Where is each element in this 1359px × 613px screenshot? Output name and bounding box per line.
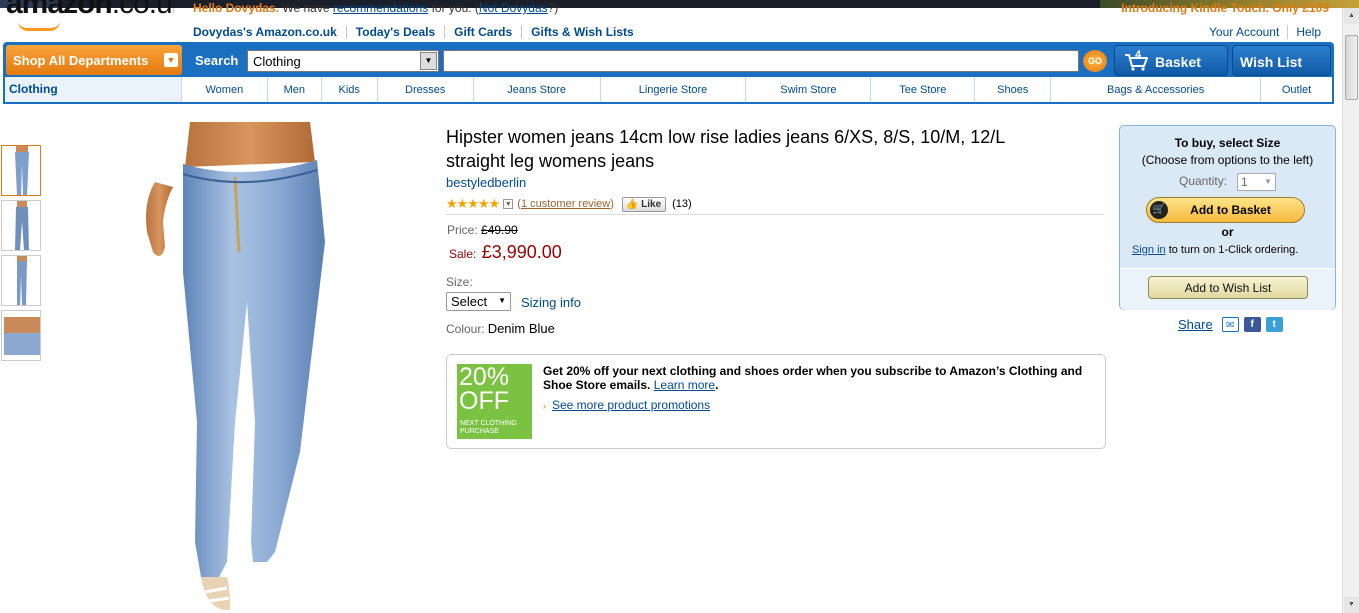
scroll-down-icon[interactable]: ▼ [1344, 597, 1359, 613]
sizing-info-link[interactable]: Sizing info [521, 295, 581, 310]
buybox-subheading: (Choose from options to the left) [1141, 153, 1314, 167]
basket-count: 4 [1135, 49, 1142, 61]
subnav-item-men[interactable]: Men [268, 77, 322, 102]
signin-text: Sign in to turn on 1-Click ordering. [1132, 244, 1299, 256]
subnav-item-swim-store[interactable]: Swim Store [746, 77, 872, 102]
promo-badge: 20% OFF NEXT CLOTHING PURCHASE [457, 364, 532, 439]
or-text: or [1221, 225, 1234, 239]
subnav-item-kids[interactable]: Kids [322, 77, 378, 102]
recommendations-link[interactable]: recommendations [333, 2, 428, 15]
subnav-item-jeans-store[interactable]: Jeans Store [474, 77, 601, 102]
search-label: Search [195, 53, 239, 68]
amazon-logo[interactable]: amazon.co.uk [4, 0, 174, 40]
nav-todays-deals[interactable]: Today's Deals [345, 25, 444, 39]
subnav-item-shoes[interactable]: Shoes [975, 77, 1052, 102]
search-input[interactable] [443, 50, 1079, 72]
add-to-wish-list-button[interactable]: Add to Wish List [1148, 276, 1308, 299]
dropdown-arrow-icon: ▼ [420, 52, 437, 70]
list-price: Price: £49.90 [447, 223, 518, 237]
subnav-item-tee-store[interactable]: Tee Store [871, 77, 976, 102]
chevron-down-icon[interactable]: ▼ [503, 199, 514, 209]
dropdown-arrow-icon: ▼ [498, 296, 506, 305]
twitter-icon[interactable]: t [1265, 317, 1283, 332]
size-select[interactable]: Select ▼ [446, 292, 511, 311]
help-link[interactable]: Help [1287, 25, 1329, 39]
subnav-item-bags-accessories[interactable]: Bags & Accessories [1051, 77, 1262, 102]
your-account-link[interactable]: Your Account [1201, 25, 1287, 39]
subnav-item-outlet[interactable]: Outlet [1261, 77, 1332, 102]
product-title: Hipster women jeans 14cm low rise ladies… [446, 127, 1005, 171]
subnav-item-women[interactable]: Women [182, 77, 268, 102]
promo-text: Get 20% off your next clothing and shoes… [543, 364, 1083, 392]
kindle-promo-link[interactable]: Introducing Kindle Touch. Only £109 [1121, 2, 1329, 16]
buybox-heading: To buy, select Size [1174, 136, 1281, 150]
dropdown-arrow-icon: ▼ [1264, 177, 1272, 186]
quantity-label: Quantity: [1179, 174, 1228, 188]
promotion-box: 20% OFF NEXT CLOTHING PURCHASE Get 20% o… [446, 354, 1106, 449]
reviews: (1 customer review) [517, 198, 614, 210]
thumbnail-front[interactable] [1, 145, 41, 196]
search-bar: Shop All Departments ▼ Search Clothing ▼… [3, 42, 1334, 77]
image-thumbnails [1, 145, 41, 365]
thumbnail-back[interactable] [1, 255, 41, 306]
basket-button[interactable]: 4 Basket [1114, 45, 1228, 76]
like-count: (13) [672, 198, 692, 210]
smile-logo-icon [18, 21, 60, 31]
greeting: Hello Dovydas. We have recommendations f… [193, 2, 559, 15]
chevron-down-icon: ▼ [164, 53, 178, 67]
quantity-select[interactable]: 1 ▼ [1237, 173, 1276, 191]
nav-my-amazon[interactable]: Dovydas's Amazon.co.uk [193, 25, 346, 39]
facebook-icon[interactable]: f [1243, 317, 1261, 332]
account-links: Your Account Help [1201, 25, 1329, 39]
arrow-right-icon: › [543, 401, 546, 411]
go-button[interactable]: GO [1083, 50, 1107, 72]
cart-icon: 🛒 [1150, 201, 1168, 219]
subnav-item-lingerie-store[interactable]: Lingerie Store [601, 77, 747, 102]
scrollbar-thumb[interactable] [1345, 35, 1358, 100]
sale-price: Sale: £3,990.00 [449, 242, 562, 262]
share-row: Share ✉ f t [1178, 317, 1283, 332]
add-to-basket-button[interactable]: 🛒 Add to Basket [1146, 197, 1305, 223]
top-nav: Dovydas's Amazon.co.uk Today's Deals Gif… [193, 25, 643, 39]
rating-row: ★★★★★ ▼ (1 customer review) 👍 Like (13) [446, 196, 692, 212]
subnav-current-clothing[interactable]: Clothing [5, 77, 182, 102]
scroll-up-icon[interactable]: ▲ [1344, 8, 1359, 24]
title-divider [446, 214, 1104, 215]
buy-box: To buy, select Size (Choose from options… [1119, 125, 1336, 310]
thumbnail-detail[interactable] [1, 310, 41, 361]
nav-gifts-wish-lists[interactable]: Gifts & Wish Lists [521, 25, 643, 39]
see-more-promotions-link[interactable]: › See more product promotions [543, 398, 710, 412]
share-link[interactable]: Share [1178, 317, 1213, 332]
thumbs-up-icon: 👍 [625, 198, 639, 210]
learn-more-link[interactable]: Learn more [654, 378, 715, 392]
customer-reviews-link[interactable]: 1 customer review [521, 198, 610, 210]
vertical-scrollbar[interactable]: ▲ ▼ [1342, 8, 1359, 613]
brand-link[interactable]: bestyledberlin [446, 175, 526, 190]
product-main-image[interactable] [135, 122, 385, 613]
size-label: Size: [446, 275, 473, 289]
shop-all-departments-button[interactable]: Shop All Departments ▼ [6, 45, 182, 75]
sign-in-link[interactable]: Sign in [1132, 244, 1166, 256]
clothing-subnav: Clothing Women Men Kids Dresses Jeans St… [3, 77, 1334, 104]
facebook-like-button[interactable]: 👍 Like [621, 196, 667, 212]
colour: Colour: Denim Blue [446, 321, 555, 336]
thumbnail-side[interactable] [1, 200, 41, 251]
not-user-link[interactable]: Not Dovydas [479, 2, 548, 15]
subnav-item-dresses[interactable]: Dresses [378, 77, 474, 102]
star-rating: ★★★★★ [446, 196, 500, 211]
wish-list-button[interactable]: Wish List [1232, 45, 1331, 76]
email-icon[interactable]: ✉ [1221, 317, 1239, 332]
search-category-select[interactable]: Clothing ▼ [247, 50, 439, 72]
nav-gift-cards[interactable]: Gift Cards [444, 25, 521, 39]
